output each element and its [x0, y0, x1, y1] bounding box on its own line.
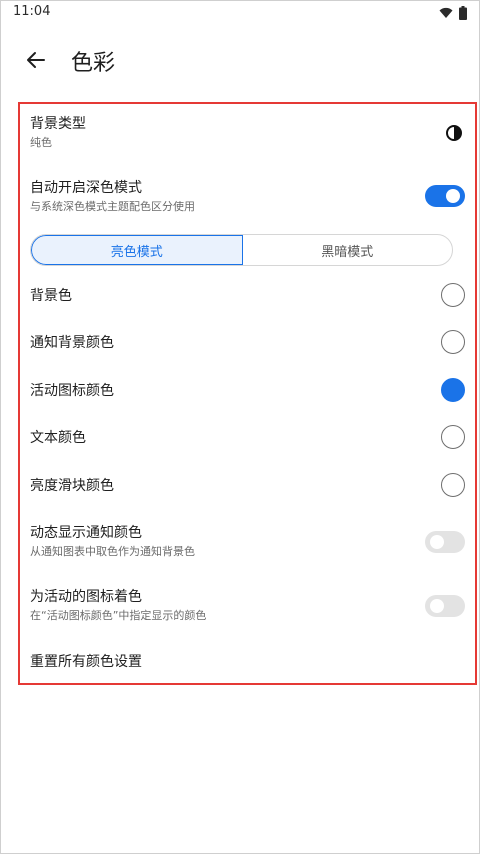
color-option-brightness-slider[interactable]: 亮度滑块颜色: [30, 477, 463, 495]
text-color-radio[interactable]: [441, 425, 465, 449]
notification-background-radio[interactable]: [441, 330, 465, 354]
page-title: 色彩: [71, 51, 116, 76]
tint-active-icons-row: 为活动的图标着色 在“活动图标颜色”中指定显示的颜色: [30, 588, 463, 628]
back-button[interactable]: [21, 45, 51, 75]
tint-active-icons-title: 为活动的图标着色: [30, 589, 142, 605]
contrast-icon[interactable]: [445, 124, 463, 142]
background-type-row[interactable]: 背景类型 纯色: [30, 115, 463, 159]
color-option-label: 通知背景颜色: [30, 335, 114, 351]
tab-dark-mode[interactable]: 黑暗模式: [243, 235, 453, 265]
screen: 11:04 色彩 背景类型 纯色 自动开启深色模式 与系统深色模式主题配色区分使…: [0, 0, 480, 854]
background-type-title: 背景类型: [30, 116, 86, 132]
color-settings-panel: 背景类型 纯色 自动开启深色模式 与系统深色模式主题配色区分使用 亮色模式 黑暗…: [18, 102, 477, 685]
toggle-knob: [430, 535, 444, 549]
color-option-notification-background[interactable]: 通知背景颜色: [30, 334, 463, 352]
battery-icon: [459, 6, 467, 20]
color-option-label: 背景色: [30, 288, 72, 304]
arrow-left-icon: [27, 52, 45, 68]
tint-active-icons-toggle[interactable]: [425, 595, 465, 617]
auto-dark-title: 自动开启深色模式: [30, 180, 142, 196]
wifi-icon: [439, 7, 453, 18]
toggle-knob: [446, 189, 460, 203]
color-option-label: 文本颜色: [30, 430, 86, 446]
tint-active-icons-subtitle: 在“活动图标颜色”中指定显示的颜色: [30, 609, 207, 622]
color-option-label: 亮度滑块颜色: [30, 478, 114, 494]
color-option-active-icon[interactable]: 活动图标颜色: [30, 382, 463, 400]
mode-segmented-control: 亮色模式 黑暗模式: [30, 234, 453, 266]
auto-dark-subtitle: 与系统深色模式主题配色区分使用: [30, 200, 195, 213]
dynamic-notification-title: 动态显示通知颜色: [30, 525, 142, 541]
color-option-background[interactable]: 背景色: [30, 287, 463, 305]
toggle-knob: [430, 599, 444, 613]
color-option-text[interactable]: 文本颜色: [30, 429, 463, 447]
brightness-slider-color-radio[interactable]: [441, 473, 465, 497]
dynamic-notification-subtitle: 从通知图表中取色作为通知背景色: [30, 545, 195, 558]
reset-colors-button[interactable]: 重置所有颜色设置: [30, 653, 463, 671]
status-time: 11:04: [13, 4, 51, 19]
dynamic-notification-row: 动态显示通知颜色 从通知图表中取色作为通知背景色: [30, 524, 463, 564]
active-icon-color-radio[interactable]: [441, 378, 465, 402]
background-color-radio[interactable]: [441, 283, 465, 307]
auto-dark-row: 自动开启深色模式 与系统深色模式主题配色区分使用: [30, 179, 463, 219]
reset-colors-label: 重置所有颜色设置: [30, 654, 142, 670]
status-bar: 11:04: [1, 1, 480, 25]
background-type-value: 纯色: [30, 136, 52, 149]
status-icons: [439, 6, 467, 20]
app-bar: 色彩: [1, 37, 480, 81]
color-option-label: 活动图标颜色: [30, 383, 114, 399]
dynamic-notification-toggle[interactable]: [425, 531, 465, 553]
tab-light-mode[interactable]: 亮色模式: [31, 235, 243, 265]
auto-dark-toggle[interactable]: [425, 185, 465, 207]
